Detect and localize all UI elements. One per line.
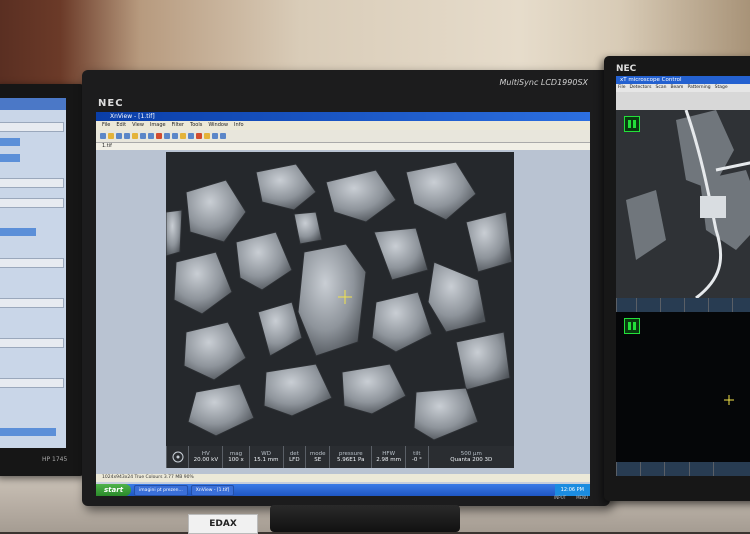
input-button[interactable]: INPUT — [554, 495, 566, 500]
left-titlebar — [0, 98, 66, 110]
menu-edit[interactable]: Edit — [116, 121, 126, 130]
fit-icon[interactable] — [156, 133, 162, 139]
previous-icon[interactable] — [164, 133, 170, 139]
left-screen — [0, 98, 66, 448]
capture-icon[interactable] — [204, 133, 210, 139]
xt-live-image-quad3 — [616, 312, 750, 462]
left-panel-row — [0, 198, 64, 208]
xnview-titlebar: XnView - [1.tif] — [96, 112, 590, 121]
right-monitor: NEC xT microscope Control File Detectors… — [604, 56, 750, 501]
xt-toolbar — [616, 92, 750, 110]
databar-wd: WD 15.1 mm — [248, 446, 283, 468]
print-icon[interactable] — [124, 133, 130, 139]
left-monitor: HP 1745 — [0, 84, 84, 476]
menu-button[interactable]: MENU — [576, 495, 588, 500]
left-panel-row — [0, 298, 64, 308]
left-taskbar — [0, 428, 56, 436]
xt-menu-file[interactable]: File — [618, 84, 626, 92]
databar-logo — [166, 446, 188, 468]
menu-view[interactable]: View — [132, 121, 144, 130]
xt-live-image-quad1 — [616, 109, 750, 300]
save-icon[interactable] — [116, 133, 122, 139]
taskbar-item-presentation[interactable]: imagini pt prezen... — [134, 484, 188, 496]
databar-det: det LFD — [282, 446, 305, 468]
left-button[interactable] — [0, 154, 20, 162]
right-screen: xT microscope Control File Detectors Sca… — [616, 76, 750, 476]
xt-menu-patterning[interactable]: Patterning — [687, 84, 710, 92]
monitor-model: MultiSync LCD1990SX — [499, 78, 589, 87]
crop-icon[interactable] — [188, 133, 194, 139]
menu-info[interactable]: Info — [234, 121, 243, 130]
databar-hv: HV 20.00 kV — [188, 446, 222, 468]
xt-menubar: File Detectors Scan Beam Patterning Stag… — [616, 84, 750, 92]
browse-icon[interactable] — [100, 133, 106, 139]
edax-label: EDAX — [188, 514, 258, 534]
xt-live-image-texture — [616, 109, 750, 300]
right-monitor-brand: NEC — [616, 64, 637, 74]
databar-pressure: pressure 5.96E1 Pa — [329, 446, 371, 468]
zoom-in-icon[interactable] — [140, 133, 146, 139]
fei-logo-icon — [172, 451, 184, 463]
sem-micrograph — [166, 152, 514, 446]
document-tab-bar: 1.tif — [96, 143, 590, 150]
xt-databar-quad1 — [616, 298, 750, 312]
settings-icon[interactable] — [212, 133, 218, 139]
xnview-toolbar — [96, 130, 590, 143]
taskbar-item-xnview[interactable]: XnView - [1.tif] — [190, 484, 235, 496]
xt-menu-stage[interactable]: Stage — [715, 84, 728, 92]
adjust-icon[interactable] — [196, 133, 202, 139]
left-monitor-label: HP 1745 — [42, 456, 68, 463]
left-button[interactable] — [0, 228, 36, 236]
monitor-stand — [270, 505, 460, 532]
sem-particles-image — [166, 152, 514, 446]
left-button[interactable] — [0, 138, 20, 146]
databar-hfw: HFW 2.98 mm — [371, 446, 405, 468]
databar-mag: mag 100 x — [222, 446, 248, 468]
left-panel-row — [0, 258, 64, 268]
pause-icon[interactable] — [624, 116, 640, 132]
menu-file[interactable]: File — [102, 121, 110, 130]
databar-mode: mode SE — [305, 446, 329, 468]
open-folder-icon[interactable] — [108, 133, 114, 139]
menu-window[interactable]: Window — [208, 121, 228, 130]
main-monitor: MultiSync LCD1990SX NEC XnView - [1.tif]… — [82, 70, 610, 506]
next-icon[interactable] — [172, 133, 178, 139]
databar-scale: 500 µm Quanta 200 3D — [427, 446, 514, 468]
xt-titlebar: xT microscope Control — [616, 76, 750, 84]
xt-menu-scan[interactable]: Scan — [655, 84, 666, 92]
monitor-brand: NEC — [98, 98, 124, 109]
xt-databar-quad3 — [616, 462, 750, 476]
instrument-name: Quanta 200 3D — [450, 457, 493, 463]
left-panel-row — [0, 338, 64, 348]
xt-menu-beam[interactable]: Beam — [670, 84, 683, 92]
xnview-workarea: HV 20.00 kV mag 100 x WD 15.1 mm det LFD… — [96, 150, 590, 474]
main-screen: XnView - [1.tif] File Edit View Image Fi… — [96, 112, 590, 496]
left-panel-row — [0, 178, 64, 188]
databar-tilt: tilt -0 ° — [405, 446, 427, 468]
menu-tools[interactable]: Tools — [190, 121, 202, 130]
windows-taskbar: start imagini pt prezen... XnView - [1.t… — [96, 484, 590, 496]
xnview-menubar: File Edit View Image Filter Tools Window… — [96, 121, 590, 130]
monitor-buttons: INPUT MENU — [554, 495, 588, 500]
sem-databar: HV 20.00 kV mag 100 x WD 15.1 mm det LFD… — [166, 446, 514, 468]
document-tab[interactable]: 1.tif — [102, 143, 112, 149]
xnview-statusbar: 1024x943x24 True Colours 3.77 MB 90% — [96, 474, 590, 482]
fullscreen-icon[interactable] — [132, 133, 138, 139]
xt-menu-detectors[interactable]: Detectors — [630, 84, 652, 92]
left-panel-row — [0, 378, 64, 388]
menu-image[interactable]: Image — [150, 121, 166, 130]
help-icon[interactable] — [220, 133, 226, 139]
zoom-out-icon[interactable] — [148, 133, 154, 139]
start-button[interactable]: start — [96, 484, 132, 496]
menu-filter[interactable]: Filter — [172, 121, 184, 130]
left-panel-row — [0, 122, 64, 132]
rotate-icon[interactable] — [180, 133, 186, 139]
xt-crosshair-icon — [724, 395, 734, 405]
